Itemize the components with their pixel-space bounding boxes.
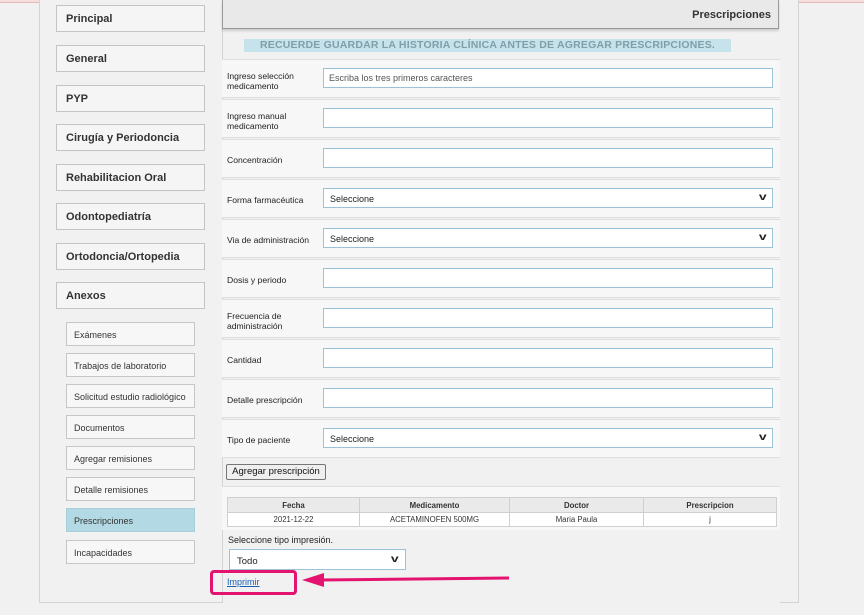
col-fecha: Fecha — [227, 497, 360, 513]
detail-input[interactable] — [323, 388, 773, 408]
quantity-label: Cantidad — [227, 355, 262, 365]
menu-odontopediatria[interactable]: Odontopediatría — [56, 203, 205, 230]
table-row: 2021-12-22 ACETAMINOFEN 500MG Maria Paul… — [227, 512, 777, 527]
panel-title: Prescripciones — [222, 0, 779, 29]
chevron-down-icon: v — [759, 192, 768, 203]
concentration-input[interactable] — [323, 148, 773, 168]
prescriptions-table: Fecha Medicamento Doctor Prescripcion 20… — [227, 497, 777, 527]
menu-cirugia-periodoncia[interactable]: Cirugía y Periodoncia — [56, 124, 205, 151]
menu-anexos[interactable]: Anexos — [56, 282, 205, 309]
pharma-form-label: Forma farmacéutica — [227, 195, 304, 205]
col-doctor: Doctor — [509, 497, 644, 513]
prescriptions-table-container: Fecha Medicamento Doctor Prescripcion 20… — [222, 486, 780, 530]
submenu-prescripciones[interactable]: Prescripciones — [66, 508, 195, 532]
med-manual-label: Ingreso manual medicamento — [227, 111, 287, 131]
arrow-left-icon — [302, 573, 510, 587]
form-row-med-search: Ingreso selección medicamento — [222, 59, 780, 98]
menu-rehabilitacion-oral[interactable]: Rehabilitacion Oral — [56, 164, 205, 191]
menu-pyp[interactable]: PYP — [56, 85, 205, 112]
form-row-quantity: Cantidad — [222, 339, 780, 378]
table-header-row: Fecha Medicamento Doctor Prescripcion — [227, 497, 777, 513]
route-selected: Seleccione — [330, 234, 375, 244]
print-type-selected: Todo — [237, 556, 258, 567]
cell-fecha: 2021-12-22 — [227, 512, 360, 527]
form-row-dose: Dosis y periodo — [222, 259, 780, 298]
submenu-trabajos-laboratorio[interactable]: Trabajos de laboratorio — [66, 353, 195, 377]
submenu-documentos[interactable]: Documentos — [66, 415, 195, 439]
form-row-concentration: Concentración — [222, 139, 780, 178]
col-medicamento: Medicamento — [359, 497, 510, 513]
add-prescription-button[interactable]: Agregar prescripción — [226, 464, 326, 480]
chevron-down-icon: v — [759, 232, 768, 243]
menu-principal[interactable]: Principal — [56, 5, 205, 32]
med-search-input[interactable] — [323, 68, 773, 88]
annotation-highlight-box — [210, 570, 297, 595]
col-prescripcion: Prescripcion — [643, 497, 777, 513]
med-manual-input[interactable] — [323, 108, 773, 128]
form-row-med-manual: Ingreso manual medicamento — [222, 99, 780, 138]
form-row-pharma-form: Forma farmacéutica Seleccione v — [222, 179, 780, 218]
med-search-label: Ingreso selección medicamento — [227, 71, 294, 91]
pharma-form-selected: Seleccione — [330, 194, 375, 204]
submenu-agregar-remisiones[interactable]: Agregar remisiones — [66, 446, 195, 470]
quantity-input[interactable] — [323, 348, 773, 368]
submenu-detalle-remisiones[interactable]: Detalle remisiones — [66, 477, 195, 501]
concentration-label: Concentración — [227, 155, 283, 165]
submenu-solicitud-radiologico[interactable]: Solicitud estudio radiológico — [66, 384, 195, 408]
menu-general[interactable]: General — [56, 45, 205, 72]
route-label: Via de administración — [227, 235, 310, 245]
detail-label: Detalle prescripción — [227, 395, 303, 405]
patient-type-selected: Seleccione — [330, 434, 375, 444]
form-row-frequency: Frecuencia de administración — [222, 299, 780, 338]
patient-type-label: Tipo de paciente — [227, 435, 291, 445]
frequency-input[interactable] — [323, 308, 773, 328]
chevron-down-icon: v — [391, 554, 400, 565]
print-type-select[interactable]: Todo v — [229, 549, 406, 570]
patient-type-select[interactable]: Seleccione v — [323, 428, 773, 448]
cell-doctor: Maria Paula — [509, 512, 644, 527]
route-select[interactable]: Seleccione v — [323, 228, 773, 248]
save-reminder-notice: RECUERDE GUARDAR LA HISTORIA CLÍNICA ANT… — [244, 39, 731, 52]
form-row-patient-type: Tipo de paciente Seleccione v — [222, 419, 780, 458]
cell-prescripcion: j — [643, 512, 777, 527]
pharma-form-select[interactable]: Seleccione v — [323, 188, 773, 208]
cell-medicamento: ACETAMINOFEN 500MG — [359, 512, 510, 527]
dose-label: Dosis y periodo — [227, 275, 287, 285]
menu-ortodoncia-ortopedia[interactable]: Ortodoncia/Ortopedia — [56, 243, 205, 270]
frequency-label: Frecuencia de administración — [227, 311, 283, 331]
print-type-label: Seleccione tipo impresión. — [228, 535, 334, 545]
dose-input[interactable] — [323, 268, 773, 288]
chevron-down-icon: v — [759, 432, 768, 443]
form-row-route: Via de administración Seleccione v — [222, 219, 780, 258]
submenu-incapacidades[interactable]: Incapacidades — [66, 540, 195, 564]
submenu-examenes[interactable]: Exámenes — [66, 322, 195, 346]
form-row-detail: Detalle prescripción — [222, 379, 780, 418]
